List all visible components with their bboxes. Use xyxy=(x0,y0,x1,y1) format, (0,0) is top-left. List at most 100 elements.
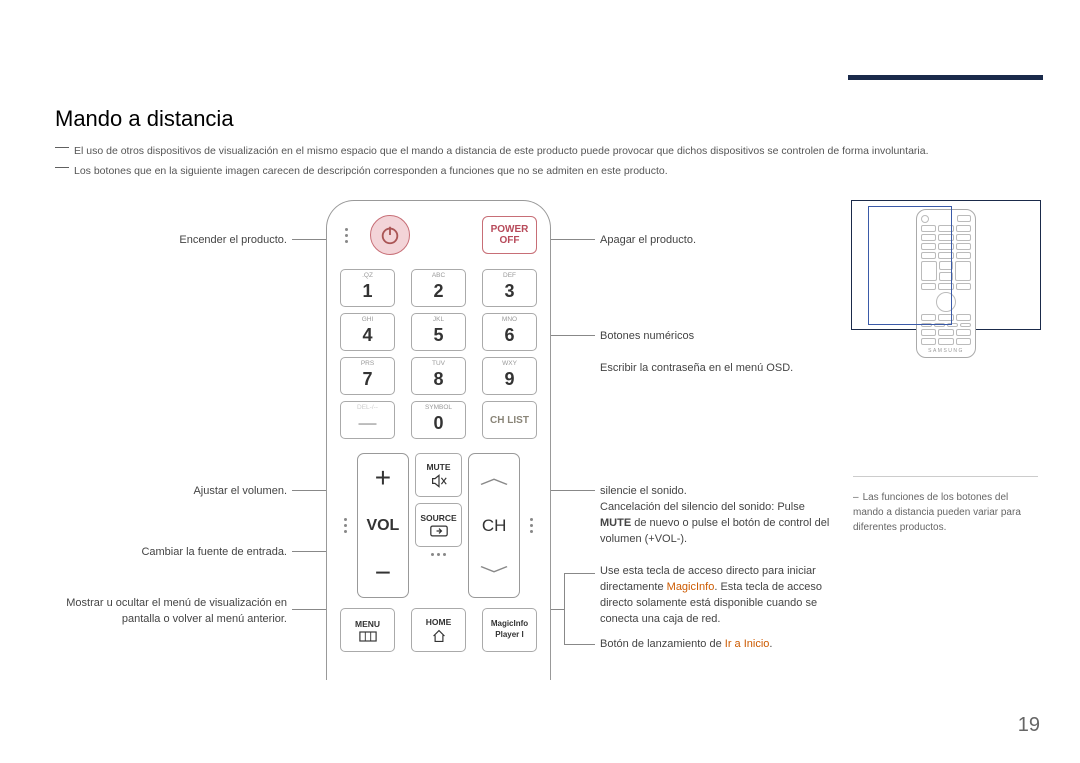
page-title: Mando a distancia xyxy=(55,106,234,132)
vol-label: VOL xyxy=(366,517,399,535)
magicinfo-label-2: Player I xyxy=(495,630,523,639)
key-2: ABC 2 xyxy=(411,269,466,307)
leader-line xyxy=(564,644,595,645)
callout-power-on: Encender el producto. xyxy=(177,233,287,249)
magicinfo-button: MagicInfo Player I xyxy=(482,608,537,652)
power-off-label-1: POWER xyxy=(491,224,529,235)
key-num: 2 xyxy=(433,282,443,300)
key-7: PRS 7 xyxy=(340,357,395,395)
note-1-text: El uso de otros dispositivos de visualiz… xyxy=(74,145,929,157)
key-del: DEL-/-- — xyxy=(340,401,395,439)
note-2: ―Los botones que en la siguiente imagen … xyxy=(55,160,1015,180)
key-8: TUV 8 xyxy=(411,357,466,395)
callout-numeric-title: Botones numéricos xyxy=(600,330,694,342)
highlight-rect xyxy=(868,206,952,325)
key-0: SYMBOL 0 xyxy=(411,401,466,439)
callout-source: Cambiar la fuente de entrada. xyxy=(130,545,287,561)
key-num: — xyxy=(359,414,377,432)
note-2-text: Los botones que en la siguiente imagen c… xyxy=(74,165,668,177)
key-num: 6 xyxy=(504,326,514,344)
key-num: 7 xyxy=(362,370,372,388)
leader-line xyxy=(564,573,565,645)
callout-mute-title: silencie el sonido. xyxy=(600,485,687,497)
chevron-down-icon: ﹀ xyxy=(480,561,509,587)
key-sub: GHI xyxy=(362,316,374,323)
key-3: DEF 3 xyxy=(482,269,537,307)
key-sub: DEL-/-- xyxy=(357,404,378,411)
header-accent-bar xyxy=(848,75,1043,80)
source-label: SOURCE xyxy=(420,513,456,523)
key-5: JKL 5 xyxy=(411,313,466,351)
callout-home-orange: Ir a Inicio xyxy=(725,638,770,650)
key-num: 8 xyxy=(433,370,443,388)
key-sub: DEF xyxy=(503,272,516,279)
callout-mute-desc1: Cancelación del silencio del sonido: Pul… xyxy=(600,501,805,513)
note-1: ―El uso de otros dispositivos de visuali… xyxy=(55,140,1015,160)
ir-dots-icon xyxy=(340,228,352,243)
dots-icon xyxy=(431,553,446,556)
volume-rocker: + VOL − xyxy=(357,453,409,598)
callout-numeric-desc: Escribir la contraseña en el menú OSD. xyxy=(600,362,793,374)
dots-icon xyxy=(526,518,537,533)
page-number: 19 xyxy=(1018,714,1040,737)
mute-icon xyxy=(431,474,447,488)
dots-icon xyxy=(340,518,351,533)
key-num: 4 xyxy=(362,326,372,344)
key-9: WXY 9 xyxy=(482,357,537,395)
sidenote: –Las funciones de los botones del mando … xyxy=(853,476,1038,535)
samsung-logo: SAMSUNG xyxy=(921,348,971,354)
power-icon xyxy=(379,224,401,246)
ch-label: CH xyxy=(482,516,507,536)
key-6: MNO 6 xyxy=(482,313,537,351)
callout-magicinfo-orange: MagicInfo xyxy=(667,581,715,593)
key-sub: WXY xyxy=(502,360,517,367)
remote-body: POWER OFF .QZ1 ABC2 DEF3 GHI4 JKL5 MNO6 … xyxy=(340,215,537,658)
menu-button: MENU xyxy=(340,608,395,652)
power-off-label-2: OFF xyxy=(500,235,520,246)
key-num: 1 xyxy=(362,282,372,300)
callout-mute-bold: MUTE xyxy=(600,517,631,529)
channel-rocker: ︿ CH ﹀ xyxy=(468,453,520,598)
key-1: .QZ 1 xyxy=(340,269,395,307)
home-label: HOME xyxy=(426,617,452,627)
callout-menu: Mostrar u ocultar el menú de visualizaci… xyxy=(55,596,287,628)
sidenote-text: Las funciones de los botones del mando a… xyxy=(853,492,1021,533)
callout-home-1: Botón de lanzamiento de xyxy=(600,638,725,650)
home-icon xyxy=(431,629,447,643)
callout-volume: Ajustar el volumen. xyxy=(177,484,287,500)
key-sub: MNO xyxy=(502,316,517,323)
key-4: GHI 4 xyxy=(340,313,395,351)
callout-home: Botón de lanzamiento de Ir a Inicio. xyxy=(600,637,830,653)
power-on-button xyxy=(370,215,410,255)
key-num: 0 xyxy=(433,414,443,432)
key-sub: .QZ xyxy=(362,272,373,279)
chlist-button: CH LIST xyxy=(482,401,537,439)
mute-label: MUTE xyxy=(426,462,450,472)
callout-power-off: Apagar el producto. xyxy=(600,233,820,249)
callout-numeric: Botones numéricos Escribir la contraseña… xyxy=(600,329,820,377)
callout-mute: silencie el sonido. Cancelación del sile… xyxy=(600,484,830,548)
mute-button: MUTE xyxy=(415,453,462,497)
home-button: HOME xyxy=(411,608,466,652)
source-button: SOURCE xyxy=(415,503,462,547)
callout-magicinfo: Use esta tecla de acceso directo para in… xyxy=(600,564,830,628)
key-num: 3 xyxy=(504,282,514,300)
menu-label: MENU xyxy=(355,619,380,629)
menu-icon xyxy=(359,631,377,642)
power-off-button: POWER OFF xyxy=(482,216,537,254)
callout-mute-desc2: de nuevo o pulse el botón de control del… xyxy=(600,517,829,545)
magicinfo-label-1: MagicInfo xyxy=(491,619,528,628)
source-icon xyxy=(430,525,448,537)
chevron-up-icon: ︿ xyxy=(480,464,509,490)
key-sub: SYMBOL xyxy=(425,404,452,411)
key-sub: ABC xyxy=(432,272,445,279)
plus-icon: + xyxy=(375,464,391,492)
key-num: 9 xyxy=(504,370,514,388)
callout-home-2: . xyxy=(769,638,772,650)
key-sub: PRS xyxy=(361,360,374,367)
key-sub: TUV xyxy=(432,360,445,367)
leader-line xyxy=(564,573,595,574)
key-sub: JKL xyxy=(433,316,444,323)
key-num: 5 xyxy=(433,326,443,344)
minus-icon: − xyxy=(375,559,391,587)
